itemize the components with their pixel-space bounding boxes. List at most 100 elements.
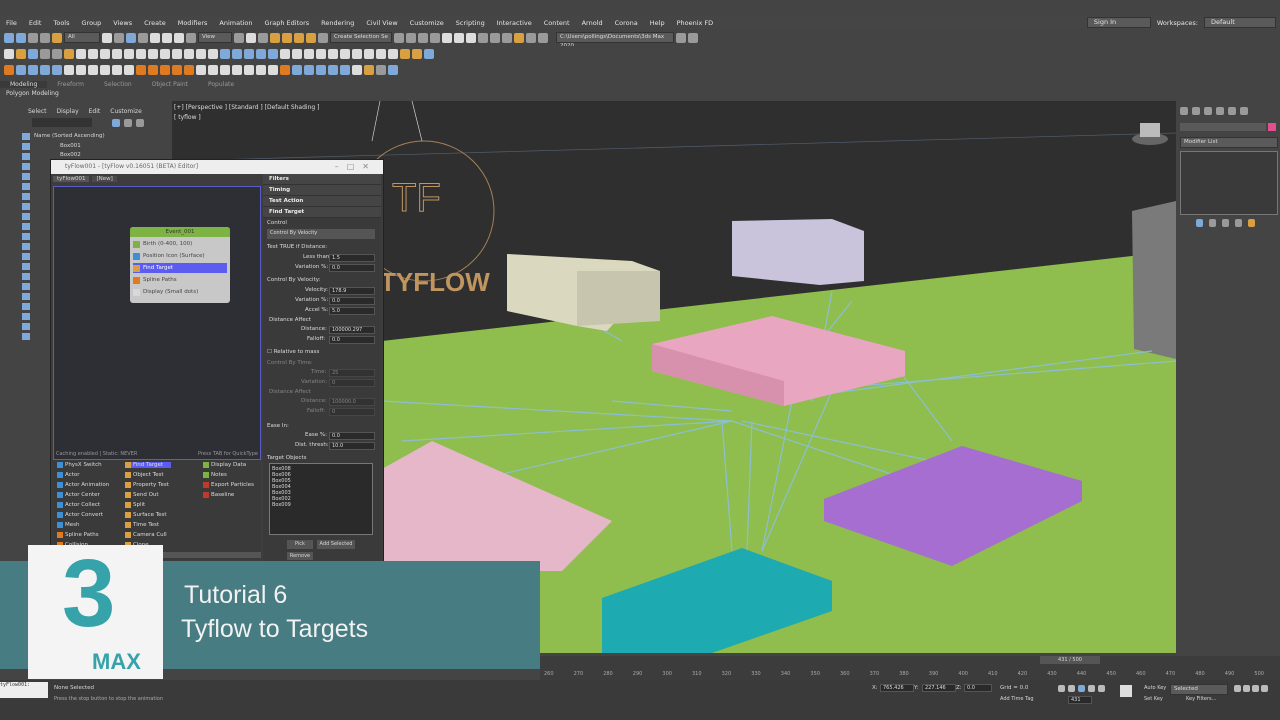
project-path-dropdown[interactable]: C:\Users\pollings\Documents\3ds Max 2020 (556, 32, 674, 49)
link-icon[interactable] (28, 32, 38, 43)
go-to-end-icon[interactable] (1098, 685, 1105, 692)
operator-spline-paths[interactable]: Spline Paths (133, 275, 227, 285)
explorer-menu-display[interactable]: Display (57, 108, 79, 115)
explorer-menu-customize[interactable]: Customize (110, 108, 142, 115)
menu-edit[interactable]: Edit (23, 19, 48, 27)
scale-icon[interactable] (174, 32, 184, 43)
circle-shape-icon[interactable] (232, 48, 242, 59)
tab-selection[interactable]: Selection (94, 81, 142, 88)
remove-modifier-icon[interactable] (1235, 219, 1242, 227)
tab-tyflow001[interactable]: tyFlow001 (53, 176, 90, 182)
liquid-icon[interactable] (160, 65, 170, 75)
fetch-icon[interactable] (52, 48, 62, 59)
noise-icon[interactable] (352, 48, 362, 59)
x-coordinate-field[interactable]: 765.426 (880, 684, 914, 692)
zoom-icon[interactable] (1234, 685, 1241, 692)
render-production-icon[interactable] (514, 32, 524, 43)
curve-editor-icon[interactable] (454, 32, 464, 43)
menu-help[interactable]: Help (644, 19, 671, 27)
bind-space-warp-icon[interactable] (52, 32, 62, 43)
menu-rendering[interactable]: Rendering (315, 19, 360, 27)
select-object-icon[interactable] (102, 32, 112, 43)
operator-display[interactable]: Display (Small dots) (133, 287, 227, 297)
stop-icon[interactable] (88, 65, 98, 75)
depot-send-out[interactable]: Send Out (125, 492, 159, 498)
source-icon[interactable] (184, 65, 194, 75)
effector-icon[interactable] (280, 65, 290, 75)
depot-split[interactable]: Split (125, 502, 145, 508)
menu-corona[interactable]: Corona (609, 19, 644, 27)
layers-icon[interactable] (136, 119, 144, 127)
previous-frame-icon[interactable] (1068, 685, 1075, 692)
twist-icon[interactable] (340, 48, 350, 59)
angle-snap-icon[interactable] (282, 32, 292, 43)
line-shape-icon[interactable] (220, 48, 230, 59)
timeline[interactable]: 431 / 500 260 270 280 290 300 310 320 330 340 350… (540, 656, 1280, 680)
explorer-search-field[interactable] (32, 118, 92, 127)
snow-icon[interactable] (52, 65, 62, 75)
merge-icon[interactable] (76, 48, 86, 59)
tube-primitive-icon[interactable] (148, 48, 158, 59)
menu-tools[interactable]: Tools (47, 19, 75, 27)
target-objects-list[interactable]: Box008 Box006 Box005 Box004 Box003 Box00… (269, 463, 373, 535)
hold-icon[interactable] (40, 48, 50, 59)
rain-icon[interactable] (232, 65, 242, 75)
time-slider[interactable]: 431 / 500 (1040, 656, 1100, 664)
depot-export-particles[interactable]: Export Particles (203, 482, 254, 488)
cone-primitive-icon[interactable] (100, 48, 110, 59)
depot-actor-center[interactable]: Actor Center (57, 492, 100, 498)
shell-icon[interactable] (316, 48, 326, 59)
menu-scripting[interactable]: Scripting (450, 19, 491, 27)
menu-create[interactable]: Create (138, 19, 172, 27)
flow-canvas[interactable]: Event_001 Birth (0-400, 100) Position Ic… (53, 186, 261, 460)
mirror-icon[interactable] (394, 32, 404, 43)
velocity-spinner[interactable]: 178.9 (329, 287, 375, 295)
ffd-icon[interactable] (364, 48, 374, 59)
depot-object-test[interactable]: Object Test (125, 472, 164, 478)
sim-toggle-icon[interactable] (304, 65, 314, 75)
bend-icon[interactable] (328, 48, 338, 59)
menu-modifiers[interactable]: Modifiers (172, 19, 214, 27)
pivot-icon[interactable] (234, 32, 244, 43)
operator-position-icon[interactable]: Position Icon (Surface) (133, 251, 227, 261)
key-set-dropdown[interactable]: Selected (1170, 684, 1228, 695)
time-distance-spinner[interactable]: 100000.0 (329, 398, 375, 406)
explorer-menu-edit[interactable]: Edit (89, 108, 101, 115)
render-in-cloud-icon[interactable] (526, 32, 536, 43)
camera-icon[interactable] (412, 48, 422, 59)
simulation-icon[interactable] (172, 65, 182, 75)
explorer-header[interactable]: Name (Sorted Ascending) (34, 133, 105, 139)
placement-icon[interactable] (186, 32, 196, 43)
helix-shape-icon[interactable] (268, 48, 278, 59)
set-key-button[interactable]: Set Key (1144, 696, 1163, 702)
show-end-result-icon[interactable] (1209, 219, 1216, 227)
tab-freeform[interactable]: Freeform (47, 81, 94, 88)
color-palette-icon[interactable] (364, 65, 374, 75)
tools-icon[interactable] (376, 65, 386, 75)
maxscript-listener[interactable]: tyFlow001: (0, 682, 48, 698)
next-frame-icon[interactable] (1088, 685, 1095, 692)
rectangular-selection-icon[interactable] (126, 32, 136, 43)
plane-primitive-icon[interactable] (196, 48, 206, 59)
sweep-icon[interactable] (292, 48, 302, 59)
new-scene-icon[interactable] (4, 48, 14, 59)
section-find-target[interactable]: Find Target (263, 207, 381, 218)
load-cache-icon[interactable] (316, 65, 326, 75)
depot-physx-switch[interactable]: PhysX Switch (57, 462, 102, 468)
window-controls-icon[interactable]: –□✕ (335, 160, 377, 174)
undo-icon[interactable] (4, 32, 14, 43)
save-file-icon[interactable] (28, 48, 38, 59)
zoom-all-icon[interactable] (1243, 685, 1250, 692)
operator-birth[interactable]: Birth (0-400, 100) (133, 239, 227, 249)
set-key-icon[interactable] (1120, 685, 1132, 697)
menu-civil-view[interactable]: Civil View (360, 19, 403, 27)
open-file-icon[interactable] (16, 48, 26, 59)
record-icon[interactable] (64, 65, 74, 75)
project-folder-icon[interactable] (676, 32, 686, 43)
make-unique-icon[interactable] (1222, 219, 1229, 227)
play-icon[interactable] (76, 65, 86, 75)
sphere-primitive-icon[interactable] (112, 48, 122, 59)
pick-button[interactable]: Pick (287, 540, 313, 549)
tyflow-icon[interactable] (4, 65, 14, 75)
section-filters[interactable]: Filters (263, 174, 381, 185)
